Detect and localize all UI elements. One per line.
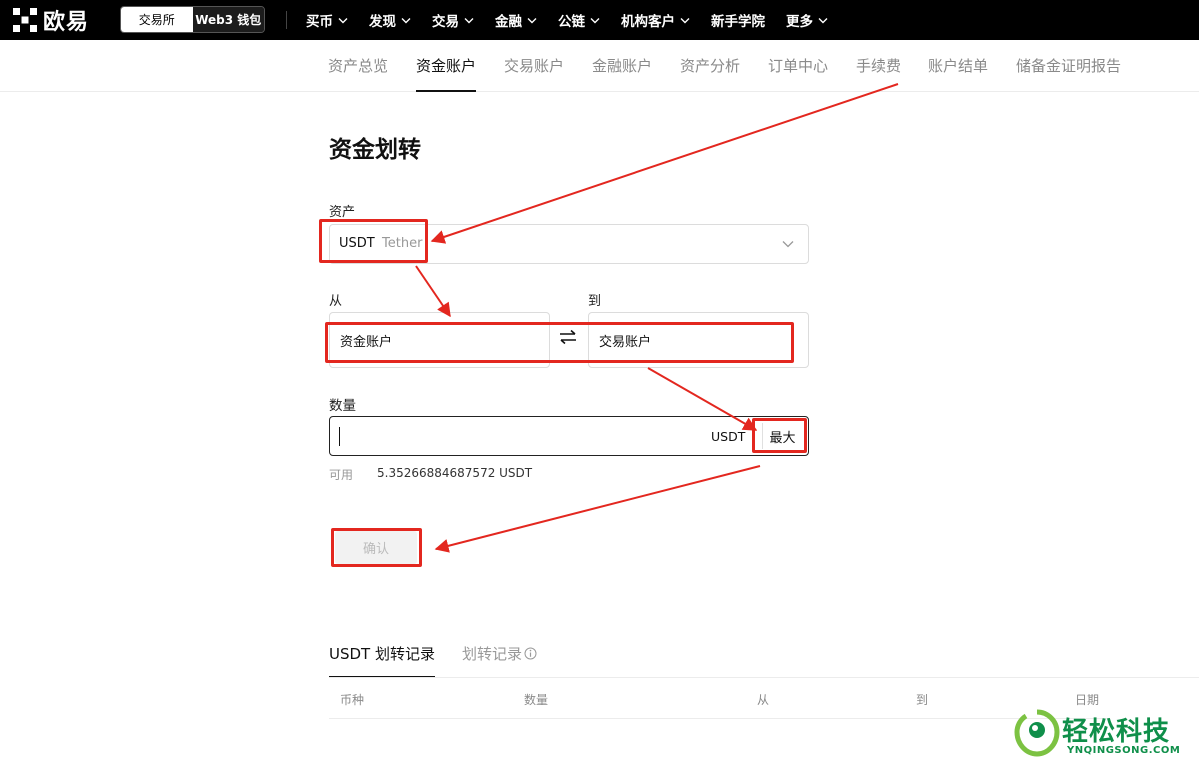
web3-wallet-switch-button[interactable]: Web3 钱包 [192,7,264,32]
nav-item-2[interactable]: 交易 [432,10,474,30]
nav-item-label: 新手学院 [711,14,765,30]
column-header-2: 从 [757,693,770,707]
to-label: 到 [588,294,602,309]
subnav-tab-2[interactable]: 交易账户 [504,40,564,92]
subnav-tab-3[interactable]: 金融账户 [592,40,652,92]
arrow-to-asset [430,83,899,244]
highlight-confirm [331,528,422,567]
chevron-down-icon [680,17,690,23]
amount-input[interactable]: USDT 最大 [329,416,809,456]
available-label: 可用 [329,468,354,482]
nav-item-3[interactable]: 金融 [495,10,537,30]
chevron-down-icon [401,17,411,23]
nav-item-label: 公链 [558,14,585,30]
chevron-down-icon [464,17,474,23]
nav-item-label: 更多 [786,14,813,30]
nav-item-label: 金融 [495,14,522,30]
chevron-down-icon [590,17,600,23]
nav-item-1[interactable]: 发现 [369,10,411,30]
asset-sub-nav: 资产总览 资金账户 交易账户 金融账户 资产分析 订单中心 手续费 账户结单 储备金证明报告 [0,40,1199,92]
column-header-1: 数量 [524,693,549,707]
column-header-4: 日期 [1075,693,1100,707]
chevron-down-icon [527,17,537,23]
page-title: 资金划转 [329,137,421,163]
highlight-accounts [325,322,794,363]
okx-logo-icon [13,8,37,32]
records-header-divider [329,718,1109,719]
column-header-0: 币种 [340,693,365,707]
chevron-down-icon [818,17,828,23]
tab-transfer-records[interactable]: 划转记录 [462,643,537,664]
column-header-3: 到 [916,693,929,707]
nav-item-0[interactable]: 买币 [306,10,348,30]
annotation-arrows [415,83,899,553]
text-caret [339,427,340,446]
nav-item-4[interactable]: 公链 [558,10,600,30]
chevron-down-icon [782,241,794,248]
nav-item-7[interactable]: 更多 [786,10,828,30]
info-icon [524,647,537,660]
main-nav: 买币 发现 交易 金融 公链 机构客户 新手学院 更多 [306,0,849,40]
highlight-max [752,418,807,453]
subnav-tab-6[interactable]: 手续费 [856,40,901,92]
subnav-tab-0[interactable]: 资产总览 [328,40,388,92]
nav-item-label: 交易 [432,14,459,30]
nav-item-label: 发现 [369,14,396,30]
watermark: 轻松科技 YNQINGSONG.COM [1012,708,1199,758]
nav-item-5[interactable]: 机构客户 [621,10,690,30]
subnav-tab-7[interactable]: 账户结单 [928,40,988,92]
watermark-text: 轻松科技 [1062,717,1171,747]
nav-item-label: 买币 [306,14,333,30]
nav-divider [286,11,287,29]
subnav-tab-4[interactable]: 资产分析 [680,40,740,92]
chevron-down-icon [338,17,348,23]
available-balance: 5.35266884687572 USDT [377,466,533,480]
subnav-tab-5[interactable]: 订单中心 [768,40,828,92]
asset-label: 资产 [329,205,356,220]
subnav-tab-8[interactable]: 储备金证明报告 [1016,40,1121,92]
amount-label: 数量 [329,398,356,414]
exchange-switch-button[interactable]: 交易所 [121,7,193,32]
subnav-tab-1[interactable]: 资金账户 [416,40,477,92]
top-navigation-bar: 欧易 交易所 Web3 钱包 买币 发现 交易 金融 公链 机构客户 新手学院 更多 [0,0,1199,40]
tab-transfer-records-label: 划转记录 [462,645,523,663]
exchange-wallet-switch: 交易所 Web3 钱包 [120,6,265,33]
arrow-to-accounts [415,265,451,318]
watermark-url: YNQINGSONG.COM [1067,745,1181,756]
from-label: 从 [329,294,343,309]
records-divider [329,677,1199,678]
nav-item-6[interactable]: 新手学院 [711,10,765,30]
highlight-asset [319,219,428,263]
watermark-logo-icon [1014,709,1060,757]
nav-item-label: 机构客户 [621,14,675,30]
logo-text: 欧易 [43,10,90,35]
amount-unit: USDT [711,429,746,444]
okx-logo[interactable]: 欧易 [12,7,90,35]
tab-usdt-transfer-records[interactable]: USDT 划转记录 [329,643,435,678]
